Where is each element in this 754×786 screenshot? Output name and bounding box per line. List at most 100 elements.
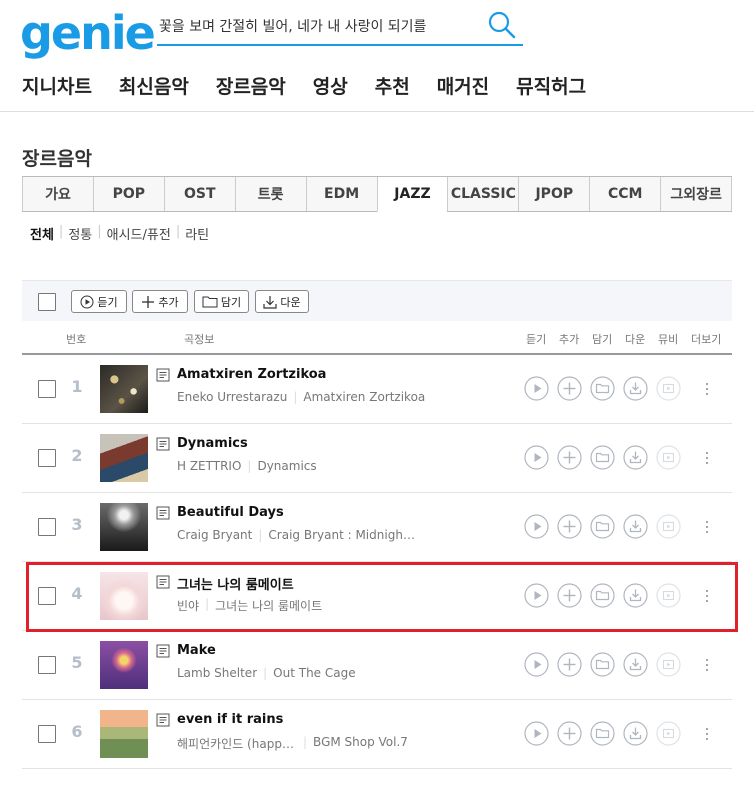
- nav-item-recommend[interactable]: 추천: [375, 72, 410, 99]
- download-icon[interactable]: [623, 652, 648, 677]
- row-checkbox[interactable]: [38, 725, 56, 743]
- tab-trot[interactable]: 트롯: [234, 177, 306, 211]
- tab-kpop[interactable]: 가요: [22, 177, 93, 211]
- song-title[interactable]: even if it rains: [177, 712, 283, 727]
- play-icon[interactable]: [524, 583, 549, 608]
- subgenre-latin[interactable]: 라틴: [185, 224, 209, 243]
- nav-item-musichug[interactable]: 뮤직허그: [516, 72, 586, 99]
- album-name[interactable]: Amatxiren Zortzikoa: [303, 390, 425, 404]
- folder-icon[interactable]: [590, 721, 615, 746]
- genie-logo[interactable]: genie: [20, 6, 156, 60]
- lyrics-icon[interactable]: [156, 644, 170, 658]
- subgenre-acid-fusion[interactable]: 애시드/퓨전: [107, 224, 171, 243]
- save-selected-button[interactable]: 담기: [194, 290, 249, 313]
- play-icon[interactable]: [524, 721, 549, 746]
- tab-etc[interactable]: 그외장르: [660, 177, 733, 211]
- artist-name[interactable]: 해피언카인드 (happyUnkind): [177, 735, 297, 752]
- add-icon[interactable]: [557, 514, 582, 539]
- album-name[interactable]: Craig Bryant : Midnight Moods: [268, 528, 418, 542]
- mv-icon[interactable]: [656, 721, 681, 746]
- play-icon[interactable]: [524, 514, 549, 539]
- tab-ost[interactable]: OST: [163, 177, 235, 211]
- download-selected-button[interactable]: 다운: [255, 290, 309, 313]
- search-input[interactable]: 꽃을 보며 간절히 빌어, 네가 내 사랑이 되기를: [159, 16, 464, 36]
- folder-icon[interactable]: [590, 445, 615, 470]
- artist-name[interactable]: 빈야: [177, 597, 199, 614]
- nav-item-chart[interactable]: 지니차트: [22, 72, 92, 99]
- add-selected-button[interactable]: 추가: [132, 290, 188, 313]
- song-title[interactable]: Make: [177, 643, 216, 658]
- table-row[interactable]: 6 even if it rains 해피언카인드 (happyUnkind) |…: [22, 700, 732, 769]
- lyrics-icon[interactable]: [156, 575, 170, 589]
- play-icon[interactable]: [524, 376, 549, 401]
- search-icon[interactable]: [487, 10, 517, 40]
- tab-pop[interactable]: POP: [92, 177, 164, 211]
- folder-icon[interactable]: [590, 652, 615, 677]
- table-row[interactable]: 5 Make Lamb Shelter | Out The Cage: [22, 631, 732, 700]
- add-icon[interactable]: [557, 583, 582, 608]
- download-icon[interactable]: [623, 445, 648, 470]
- more-options-icon[interactable]: [702, 582, 712, 610]
- row-checkbox[interactable]: [38, 449, 56, 467]
- tab-jazz[interactable]: JAZZ: [376, 177, 448, 212]
- artist-name[interactable]: Craig Bryant: [177, 528, 252, 542]
- mv-icon[interactable]: [656, 583, 681, 608]
- listen-selected-button[interactable]: 듣기: [71, 290, 127, 313]
- tab-edm[interactable]: EDM: [305, 177, 377, 211]
- artist-name[interactable]: Eneko Urrestarazu: [177, 390, 287, 404]
- folder-icon[interactable]: [590, 514, 615, 539]
- add-icon[interactable]: [557, 652, 582, 677]
- album-name[interactable]: Dynamics: [257, 459, 316, 473]
- nav-item-magazine[interactable]: 매거진: [437, 72, 489, 99]
- album-cover[interactable]: [100, 434, 148, 482]
- download-icon[interactable]: [623, 514, 648, 539]
- tab-classic[interactable]: CLASSIC: [447, 177, 519, 211]
- mv-icon[interactable]: [656, 376, 681, 401]
- album-cover[interactable]: [100, 572, 148, 620]
- nav-item-latest[interactable]: 최신음악: [119, 72, 189, 99]
- add-icon[interactable]: [557, 376, 582, 401]
- folder-icon[interactable]: [590, 583, 615, 608]
- table-row[interactable]: 2 Dynamics H ZETTRIO | Dynamics: [22, 424, 732, 493]
- table-row[interactable]: 4 그녀는 나의 룸메이트 빈야 | 그녀는 나의 룸메이트: [22, 562, 732, 631]
- search-bar[interactable]: 꽃을 보며 간절히 빌어, 네가 내 사랑이 되기를: [157, 8, 523, 46]
- row-checkbox[interactable]: [38, 518, 56, 536]
- lyrics-icon[interactable]: [156, 437, 170, 451]
- add-icon[interactable]: [557, 721, 582, 746]
- album-cover[interactable]: [100, 641, 148, 689]
- album-name[interactable]: 그녀는 나의 룸메이트: [215, 597, 322, 614]
- table-row[interactable]: 1 Amatxiren Zortzikoa Eneko Urrestarazu |…: [22, 355, 732, 424]
- row-checkbox[interactable]: [38, 380, 56, 398]
- album-cover[interactable]: [100, 710, 148, 758]
- mv-icon[interactable]: [656, 652, 681, 677]
- song-title[interactable]: Amatxiren Zortzikoa: [177, 367, 326, 382]
- album-name[interactable]: BGM Shop Vol.7: [313, 735, 408, 752]
- download-icon[interactable]: [623, 583, 648, 608]
- subgenre-all[interactable]: 전체: [30, 224, 54, 243]
- mv-icon[interactable]: [656, 514, 681, 539]
- mv-icon[interactable]: [656, 445, 681, 470]
- download-icon[interactable]: [623, 721, 648, 746]
- more-options-icon[interactable]: [702, 720, 712, 748]
- download-icon[interactable]: [623, 376, 648, 401]
- more-options-icon[interactable]: [702, 444, 712, 472]
- lyrics-icon[interactable]: [156, 506, 170, 520]
- lyrics-icon[interactable]: [156, 368, 170, 382]
- album-name[interactable]: Out The Cage: [273, 666, 355, 680]
- tab-ccm[interactable]: CCM: [589, 177, 661, 211]
- more-options-icon[interactable]: [702, 375, 712, 403]
- subgenre-traditional[interactable]: 정통: [68, 224, 92, 243]
- more-options-icon[interactable]: [702, 651, 712, 679]
- play-icon[interactable]: [524, 652, 549, 677]
- add-icon[interactable]: [557, 445, 582, 470]
- select-all-checkbox[interactable]: [38, 293, 56, 311]
- artist-name[interactable]: Lamb Shelter: [177, 666, 257, 680]
- song-title[interactable]: 그녀는 나의 룸메이트: [177, 574, 294, 593]
- artist-name[interactable]: H ZETTRIO: [177, 459, 241, 473]
- song-title[interactable]: Beautiful Days: [177, 505, 284, 520]
- album-cover[interactable]: [100, 365, 148, 413]
- play-icon[interactable]: [524, 445, 549, 470]
- folder-icon[interactable]: [590, 376, 615, 401]
- album-cover[interactable]: [100, 503, 148, 551]
- nav-item-video[interactable]: 영상: [313, 72, 348, 99]
